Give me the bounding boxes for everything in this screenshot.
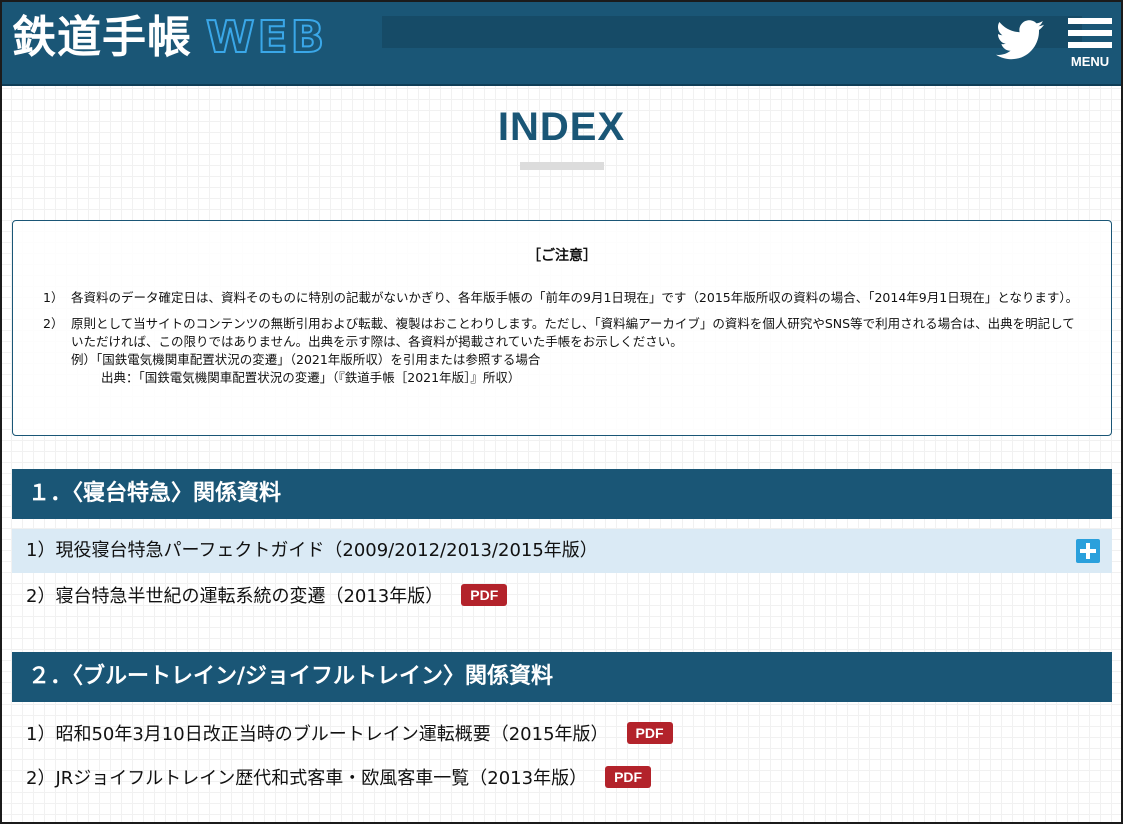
notice-item-body: 原則として当サイトのコンテンツの無断引用および転載、複製はおことわりします。ただ… — [71, 315, 1083, 387]
notice-example: 例）「国鉄電気機関車配置状況の変遷」（2021年版所収）を引用または参照する場合 — [71, 352, 541, 367]
list-item-label: 1）現役寝台特急パーフェクトガイド（2009/2012/2013/2015年版） — [26, 540, 598, 561]
notice-source: 出典：「国鉄電気機関車配置状況の変遷」（『鉄道手帳［2021年版］』所収） — [101, 370, 521, 385]
list-item[interactable]: 1）昭和50年3月10日改正当時のブルートレイン運転概要（2015年版） PDF — [12, 713, 1112, 757]
site-logo-web[interactable]: WEB — [205, 10, 327, 66]
pdf-badge[interactable]: PDF — [605, 766, 652, 788]
site-logo-ja[interactable]: 鉄道手帳 — [12, 10, 192, 66]
menu-button[interactable]: MENU — [1064, 16, 1116, 74]
section-header-bluetrain: ２．〈ブルートレイン/ジョイフルトレイン〉関係資料 — [12, 652, 1112, 702]
site-header: 鉄道手帳 WEB MENU — [2, 2, 1121, 86]
list-item-expandable[interactable]: 1）現役寝台特急パーフェクトガイド（2009/2012/2013/2015年版） — [12, 529, 1112, 573]
notice-item-number: 2） — [43, 316, 64, 331]
hamburger-icon-bar — [1068, 30, 1112, 36]
list-item-label[interactable]: 2）JRジョイフルトレイン歴代和式客車・欧風客車一覧（2013年版） — [26, 768, 587, 789]
header-band — [382, 16, 1082, 48]
pdf-badge[interactable]: PDF — [461, 584, 508, 606]
twitter-icon[interactable] — [996, 20, 1044, 60]
notice-item: 2） 原則として当サイトのコンテンツの無断引用および転載、複製はおことわりします… — [43, 315, 1083, 387]
notice-item: 1） 各資料のデータ確定日は、資料そのものに特別の記載がないかぎり、各年版手帳の… — [43, 289, 1083, 307]
menu-label: MENU — [1070, 54, 1110, 69]
list-item-label[interactable]: 1）昭和50年3月10日改正当時のブルートレイン運転概要（2015年版） — [26, 724, 609, 745]
notice-title: ［ご注意］ — [527, 248, 597, 264]
pdf-badge[interactable]: PDF — [626, 722, 673, 744]
list-item-label[interactable]: 2）寝台特急半世紀の運転系統の変遷（2013年版） — [26, 586, 443, 607]
notice-item-text: 各資料のデータ確定日は、資料そのものに特別の記載がないかぎり、各年版手帳の「前年… — [71, 290, 1079, 305]
notice-box: ［ご注意］ 1） 各資料のデータ確定日は、資料そのものに特別の記載がないかぎり、… — [12, 220, 1112, 436]
notice-list: 1） 各資料のデータ確定日は、資料そのものに特別の記載がないかぎり、各年版手帳の… — [43, 289, 1083, 395]
plus-icon[interactable] — [1076, 539, 1100, 563]
hamburger-icon-bar — [1068, 18, 1112, 24]
section-header-sleeper-express: １．〈寝台特急〉関係資料 — [12, 469, 1112, 519]
list-item[interactable]: 2）寝台特急半世紀の運転系統の変遷（2013年版） PDF — [12, 575, 1112, 619]
list-item[interactable]: 2）JRジョイフルトレイン歴代和式客車・欧風客車一覧（2013年版） PDF — [12, 757, 1112, 801]
notice-item-number: 1） — [43, 290, 64, 305]
page-title: INDEX — [497, 105, 626, 149]
hamburger-icon-bar — [1068, 42, 1112, 48]
notice-item-text: 原則として当サイトのコンテンツの無断引用および転載、複製はおことわりします。ただ… — [71, 316, 1075, 349]
title-underline — [520, 162, 604, 170]
